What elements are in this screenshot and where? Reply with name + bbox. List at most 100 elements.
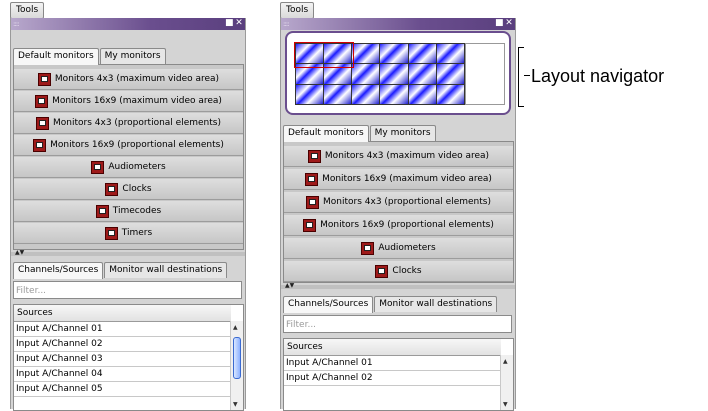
tools-menu-button[interactable]: Tools	[280, 2, 315, 19]
monitor-thumbnail[interactable]	[408, 84, 436, 104]
monitor-icon	[33, 138, 47, 152]
vertical-scrollbar[interactable]: ▲ ▼	[500, 355, 513, 410]
viewport-highlight[interactable]	[294, 42, 354, 68]
pane-splitter[interactable]: ▲▼	[11, 249, 245, 256]
monitor-thumbnail[interactable]	[380, 44, 408, 64]
monitor-thumbnail[interactable]	[296, 84, 324, 104]
monitor-thumbnail[interactable]	[436, 84, 464, 104]
monitor-item[interactable]: Timers	[14, 223, 243, 244]
source-tabs: Channels/Sources Monitor wall destinatio…	[13, 262, 228, 279]
filter-input[interactable]: Filter...	[283, 315, 512, 333]
tab-my-monitors[interactable]: My monitors	[99, 48, 166, 64]
table-row[interactable]: Input A/Channel 04	[14, 367, 231, 382]
drag-grip-icon[interactable]: ::::	[13, 20, 20, 28]
monitor-thumbnail[interactable]	[380, 64, 408, 84]
table-row[interactable]: Input A/Channel 02	[284, 371, 501, 386]
tools-window: :::: ■ ✕ Default monitors My monitors Mo…	[10, 18, 246, 411]
monitor-thumbnail[interactable]	[352, 44, 380, 64]
monitor-item[interactable]: Monitors 4x3 (proportional elements)	[284, 192, 513, 213]
monitor-item[interactable]: Monitors 16x9 (proportional elements)	[14, 135, 243, 156]
navigator-empty-area	[465, 43, 505, 105]
close-icon[interactable]: ✕	[505, 19, 513, 28]
monitor-icon	[37, 72, 51, 86]
splitter-arrows-icon[interactable]: ▲▼	[285, 282, 294, 289]
tab-channels-sources[interactable]: Channels/Sources	[13, 262, 104, 279]
left-tools-panel: Tools :::: ■ ✕ Default monitors My monit…	[10, 0, 246, 411]
monitor-item[interactable]: Monitors 16x9 (proportional elements)	[284, 215, 513, 236]
window-titlebar[interactable]: :::: ■ ✕	[281, 18, 515, 30]
annotation-callout-line	[524, 75, 530, 76]
monitor-icon	[95, 204, 109, 218]
tab-channels-sources[interactable]: Channels/Sources	[283, 296, 374, 313]
monitor-thumbnail[interactable]	[324, 84, 352, 104]
maximize-icon[interactable]: ■	[225, 19, 234, 28]
monitor-item[interactable]: Monitors 16x9 (maximum video area)	[284, 169, 513, 190]
table-row[interactable]: Input A/Channel 02	[14, 337, 231, 352]
monitor-icon	[361, 241, 375, 255]
monitor-thumbnail[interactable]	[352, 64, 380, 84]
monitor-icon	[375, 264, 389, 278]
scroll-up-icon[interactable]: ▲	[233, 324, 238, 331]
pane-splitter[interactable]: ▲▼	[281, 282, 515, 289]
tab-monitor-wall-destinations[interactable]: Monitor wall destinations	[104, 262, 228, 278]
tab-default-monitors[interactable]: Default monitors	[283, 125, 369, 142]
tab-my-monitors[interactable]: My monitors	[369, 125, 436, 141]
monitor-item[interactable]: Monitors 4x3 (maximum video area)	[14, 69, 243, 90]
scroll-up-icon[interactable]: ▲	[503, 358, 508, 365]
tools-menu-button[interactable]: Tools	[10, 2, 45, 19]
monitor-thumbnail[interactable]	[352, 84, 380, 104]
scroll-down-icon[interactable]: ▼	[503, 401, 508, 408]
layout-navigator-label: Layout navigator	[531, 66, 665, 86]
monitor-item[interactable]: Monitors 4x3 (proportional elements)	[14, 113, 243, 134]
close-icon[interactable]: ✕	[235, 19, 243, 28]
monitor-item[interactable]: Audiometers	[284, 238, 513, 259]
monitor-thumbnail[interactable]	[436, 44, 464, 64]
annotation-bracket	[518, 47, 525, 107]
monitor-item[interactable]: Clocks	[14, 179, 243, 200]
monitor-list: Monitors 4x3 (maximum video area) Monito…	[13, 64, 244, 250]
monitor-icon	[303, 218, 317, 232]
monitor-item[interactable]: Timecodes	[14, 201, 243, 222]
table-row[interactable]: Input A/Channel 03	[14, 352, 231, 367]
tab-default-monitors[interactable]: Default monitors	[13, 48, 99, 65]
monitor-icon	[305, 172, 319, 186]
monitor-icon	[307, 149, 321, 163]
monitor-icon	[91, 160, 105, 174]
layout-navigator[interactable]	[285, 31, 511, 115]
monitor-icon	[105, 182, 119, 196]
table-row[interactable]: Input A/Channel 05	[14, 382, 231, 397]
monitor-icon	[306, 195, 319, 209]
monitor-thumbnail[interactable]	[408, 64, 436, 84]
monitor-item[interactable]: Monitors 4x3 (maximum video area)	[284, 146, 513, 167]
monitor-tabs: Default monitors My monitors	[13, 48, 167, 65]
sources-table: Sources Input A/Channel 01 Input A/Chann…	[283, 338, 514, 411]
monitor-thumbnail[interactable]	[436, 64, 464, 84]
monitor-thumbnail[interactable]	[380, 84, 408, 104]
splitter-arrows-icon[interactable]: ▲▼	[15, 249, 24, 256]
table-row[interactable]: Input A/Channel 01	[284, 356, 501, 371]
scroll-thumb[interactable]	[233, 337, 241, 379]
window-titlebar[interactable]: :::: ■ ✕	[11, 18, 245, 30]
tab-monitor-wall-destinations[interactable]: Monitor wall destinations	[374, 296, 498, 312]
sources-table: Sources Input A/Channel 01 Input A/Chann…	[13, 304, 244, 411]
tools-window: :::: ■ ✕ Default monitors My monitors Mo…	[280, 18, 516, 411]
monitor-icon	[35, 94, 49, 108]
right-tools-panel: Tools :::: ■ ✕ Default monitors My monit…	[280, 0, 516, 411]
filter-input[interactable]: Filter...	[13, 281, 242, 299]
scroll-down-icon[interactable]: ▼	[233, 401, 238, 408]
monitor-icon	[36, 116, 49, 130]
monitor-list: Monitors 4x3 (maximum video area) Monito…	[283, 141, 514, 283]
vertical-scrollbar[interactable]: ▲ ▼	[230, 321, 243, 410]
sources-column-header[interactable]: Sources	[284, 339, 501, 356]
maximize-icon[interactable]: ■	[495, 19, 504, 28]
monitor-icon	[104, 226, 118, 240]
monitor-item[interactable]: Clocks	[284, 261, 513, 282]
source-tabs: Channels/Sources Monitor wall destinatio…	[283, 296, 498, 313]
drag-grip-icon[interactable]: ::::	[283, 20, 290, 28]
monitor-item[interactable]: Audiometers	[14, 157, 243, 178]
table-row[interactable]: Input A/Channel 01	[14, 322, 231, 337]
monitor-tabs: Default monitors My monitors	[283, 125, 437, 142]
sources-column-header[interactable]: Sources	[14, 305, 231, 322]
monitor-item[interactable]: Monitors 16x9 (maximum video area)	[14, 91, 243, 112]
monitor-thumbnail[interactable]	[408, 44, 436, 64]
